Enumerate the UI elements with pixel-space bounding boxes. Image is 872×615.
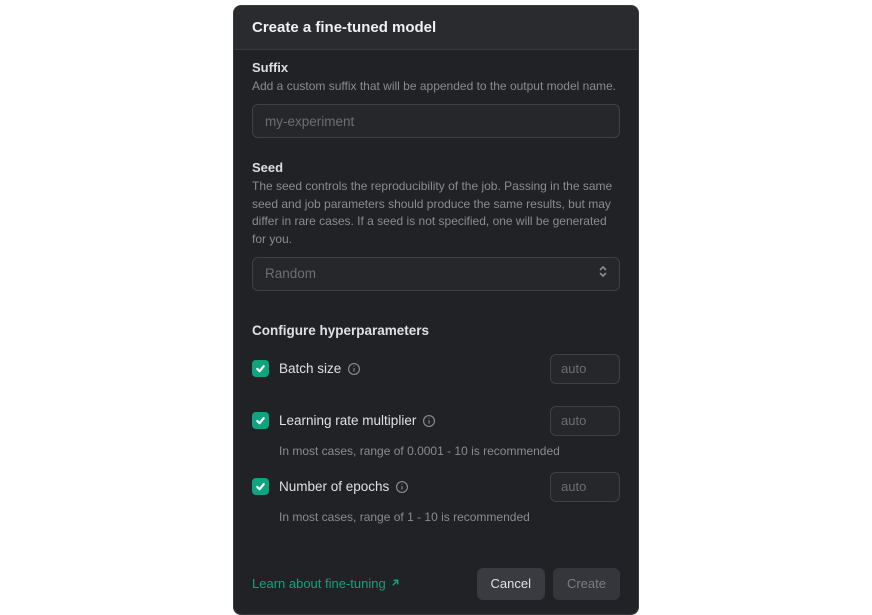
epochs-note: In most cases, range of 1 - 10 is recomm… xyxy=(279,510,620,524)
batch-input[interactable] xyxy=(550,354,620,384)
lr-input[interactable] xyxy=(550,406,620,436)
suffix-field: Suffix Add a custom suffix that will be … xyxy=(252,60,620,138)
hp-row-lr: Learning rate multiplier xyxy=(252,406,620,436)
learn-link[interactable]: Learn about fine-tuning xyxy=(252,576,401,591)
info-icon[interactable] xyxy=(395,480,409,494)
create-button[interactable]: Create xyxy=(553,568,620,600)
epochs-label-wrap: Number of epochs xyxy=(279,479,540,494)
create-finetune-modal: Create a fine-tuned model Suffix Add a c… xyxy=(233,5,639,615)
seed-select-wrap: Random xyxy=(252,257,620,291)
info-icon[interactable] xyxy=(422,414,436,428)
epochs-input[interactable] xyxy=(550,472,620,502)
lr-checkbox[interactable] xyxy=(252,412,269,429)
suffix-label: Suffix xyxy=(252,60,620,75)
batch-checkbox[interactable] xyxy=(252,360,269,377)
lr-label: Learning rate multiplier xyxy=(279,413,416,428)
external-link-icon xyxy=(390,576,401,591)
batch-label: Batch size xyxy=(279,361,341,376)
cancel-button[interactable]: Cancel xyxy=(477,568,545,600)
learn-link-text: Learn about fine-tuning xyxy=(252,576,386,591)
suffix-desc: Add a custom suffix that will be appende… xyxy=(252,78,620,95)
lr-label-wrap: Learning rate multiplier xyxy=(279,413,540,428)
modal-header: Create a fine-tuned model xyxy=(234,6,638,50)
lr-note: In most cases, range of 0.0001 - 10 is r… xyxy=(279,444,620,458)
modal-title: Create a fine-tuned model xyxy=(252,19,620,36)
seed-field: Seed The seed controls the reproducibili… xyxy=(252,160,620,291)
seed-selected-value: Random xyxy=(265,266,316,281)
batch-label-wrap: Batch size xyxy=(279,361,540,376)
epochs-label: Number of epochs xyxy=(279,479,389,494)
seed-select[interactable]: Random xyxy=(252,257,620,291)
info-icon[interactable] xyxy=(347,362,361,376)
modal-body: Suffix Add a custom suffix that will be … xyxy=(234,50,638,614)
epochs-checkbox[interactable] xyxy=(252,478,269,495)
hp-row-epochs: Number of epochs xyxy=(252,472,620,502)
hyperparams-title: Configure hyperparameters xyxy=(252,323,620,338)
seed-label: Seed xyxy=(252,160,620,175)
suffix-input[interactable] xyxy=(252,104,620,138)
seed-desc: The seed controls the reproducibility of… xyxy=(252,178,620,248)
hp-row-batch: Batch size xyxy=(252,354,620,384)
